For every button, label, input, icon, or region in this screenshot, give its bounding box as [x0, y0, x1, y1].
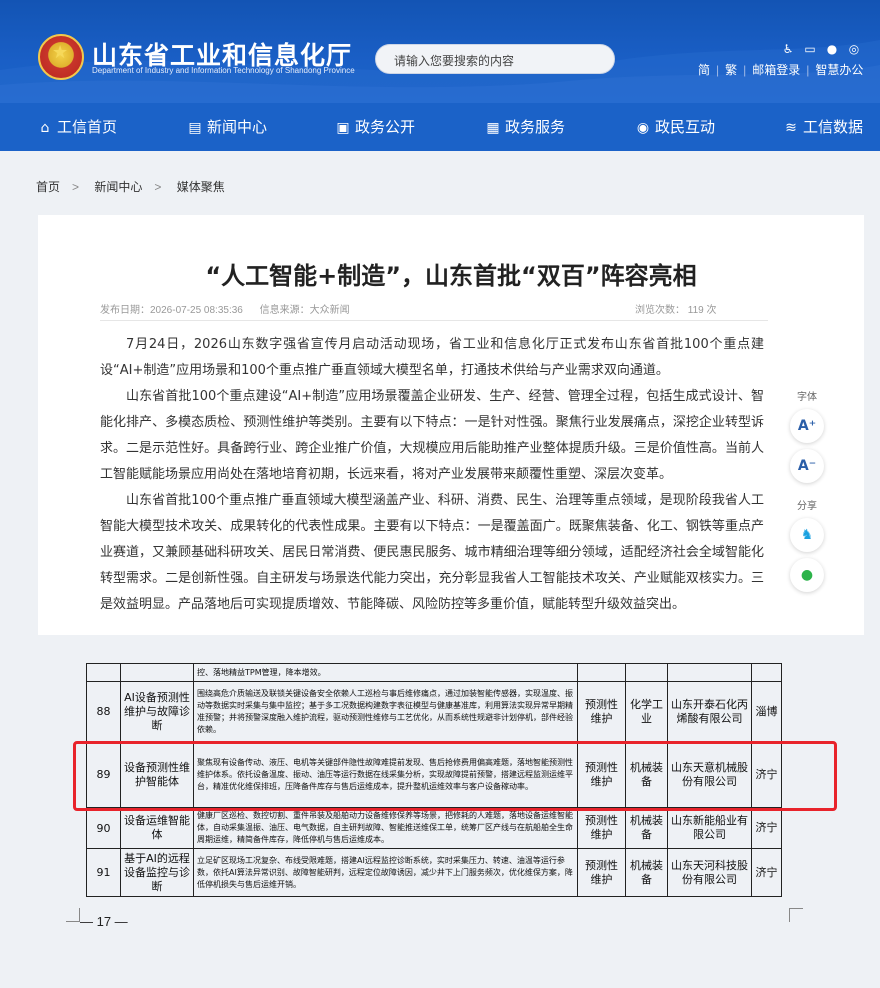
nav-item-gov-service[interactable]: ▦ 政务服务 [485, 103, 565, 151]
scenario-desc: 围绕高危介质输送及联锁关键设备安全依赖人工巡检与事后维修痛点，通过加装智能传感器… [193, 681, 578, 742]
crop-mark-left [66, 908, 80, 922]
table-row: 88 AI设备预测性维护与故障诊断 围绕高危介质输送及联锁关键设备安全依赖人工巡… [86, 681, 782, 742]
scenario-industry: 化学工业 [625, 681, 668, 742]
weibo-icon[interactable]: ◎ [846, 42, 862, 56]
qq-share-icon[interactable]: ♞ [790, 518, 824, 552]
breadcrumb-media[interactable]: 媒体聚焦 [177, 180, 225, 194]
row-number: 88 [86, 681, 121, 742]
scenario-name: 基于AI的远程设备监控与诊断 [120, 848, 194, 897]
article-paragraph: 7月24日，2026山东数字强省宣传月启动活动现场，省工业和信息化厅正式发布山东… [100, 337, 764, 378]
table-cell: 控、落地精益TPM管理，降本增效。 [193, 663, 578, 682]
font-decrease-button[interactable]: A⁻ [790, 449, 824, 483]
national-emblem-logo[interactable]: ★ [38, 34, 84, 80]
traditional-link[interactable]: 繁 [725, 63, 737, 77]
font-increase-button[interactable]: A⁺ [790, 409, 824, 443]
simplified-link[interactable]: 简 [698, 63, 710, 77]
breadcrumb-news[interactable]: 新闻中心 [94, 180, 142, 194]
main-nav: ⌂ 工信首页 ▤ 新闻中心 ▣ 政务公开 ▦ 政务服务 ◉ 政民互动 ≋ 工信数据 [0, 103, 880, 151]
nav-item-interaction[interactable]: ◉ 政民互动 [635, 103, 715, 151]
nav-item-home[interactable]: ⌂ 工信首页 [37, 103, 117, 151]
publish-date: 发布日期：2026-07-25 08:35:36 [100, 305, 243, 316]
scenario-city: 济宁 [751, 807, 782, 849]
table-row: 控、落地精益TPM管理，降本增效。 [86, 663, 782, 682]
table-row: 90 设备运维智能体 健康厂区巡检、数控切割、重件吊装及船舶动力设备维修保养等场… [86, 807, 782, 849]
wechat-share-icon[interactable]: ● [790, 558, 824, 592]
scenario-company: 山东天河科技股份有限公司 [667, 848, 752, 897]
scenario-industry: 机械装备 [625, 807, 668, 849]
page-number: — 17 — [80, 914, 128, 929]
article-meta: 发布日期：2026-07-25 08:35:36 信息来源：大众新闻 [100, 301, 364, 316]
chat-icon: ◉ [636, 120, 650, 136]
article-source: 信息来源：大众新闻 [259, 305, 350, 316]
scenario-company: 山东新能船业有限公司 [667, 807, 752, 849]
scenario-name: AI设备预测性维护与故障诊断 [120, 681, 194, 742]
scenario-company: 山东开泰石化丙烯酸有限公司 [667, 681, 752, 742]
news-icon: ▤ [188, 120, 202, 136]
breadcrumb-home[interactable]: 首页 [36, 180, 60, 194]
font-label: 字体 [797, 392, 817, 403]
top-links: 简 | 繁 | 邮箱登录 | 智慧办公 [698, 63, 864, 77]
top-icon-bar: ♿ ▭ ● ◎ [780, 38, 870, 56]
scenario-type: 预测性维护 [577, 848, 626, 897]
row-number: 91 [86, 848, 121, 897]
scenario-type: 预测性维护 [577, 807, 626, 849]
search-placeholder: 请输入您要搜索的内容 [394, 54, 515, 68]
accessibility-icon[interactable]: ♿ [780, 42, 796, 56]
row-number: 90 [86, 807, 121, 849]
nav-item-news[interactable]: ▤ 新闻中心 [187, 103, 267, 151]
nav-item-gov-open[interactable]: ▣ 政务公开 [335, 103, 415, 151]
share-label: 分享 [797, 501, 817, 512]
monitor-icon: ▣ [336, 120, 350, 136]
database-icon: ≋ [785, 120, 797, 136]
crop-mark-right [789, 908, 803, 922]
monitor-icon[interactable]: ▭ [802, 42, 818, 56]
site-header: ★ 山东省工业和信息化厅 Department of Industry and … [0, 0, 880, 103]
scenario-industry: 机械装备 [625, 848, 668, 897]
divider [100, 320, 768, 321]
home-icon: ⌂ [40, 120, 50, 136]
table-row: 91 基于AI的远程设备监控与诊断 立足矿区现场工况复杂、布线受限难题，搭建AI… [86, 848, 782, 897]
mail-login-link[interactable]: 邮箱登录 [752, 63, 800, 77]
smart-office-link[interactable]: 智慧办公 [815, 63, 863, 77]
scenario-city: 济宁 [751, 848, 782, 897]
scenario-type: 预测性维护 [577, 681, 626, 742]
scenario-desc: 立足矿区现场工况复杂、布线受限难题，搭建AI远程监控诊断系统，实时采集压力、转速… [193, 848, 578, 897]
scenario-name: 设备运维智能体 [120, 807, 194, 849]
side-toolbar: 字体 A⁺ A⁻ 分享 ♞ ● [785, 388, 829, 592]
site-subtitle: Department of Industry and Information T… [92, 66, 355, 75]
search-input[interactable]: 请输入您要搜索的内容 [375, 44, 615, 74]
article-paragraph: 山东省首批100个重点建设“AI+制造”应用场景覆盖企业研发、生产、经营、管理全… [100, 389, 764, 482]
wechat-icon[interactable]: ● [824, 42, 840, 56]
article-body: 7月24日，2026山东数字强省宣传月启动活动现场，省工业和信息化厅正式发布山东… [100, 332, 764, 618]
nav-item-data[interactable]: ≋ 工信数据 [783, 103, 863, 151]
service-icon: ▦ [486, 120, 500, 136]
article-paragraph: 山东省首批100个重点推广垂直领域大模型涵盖产业、科研、消费、民生、治理等重点领… [100, 493, 764, 612]
scenario-city: 淄博 [751, 681, 782, 742]
breadcrumb: 首页 > 新闻中心 > 媒体聚焦 [36, 180, 225, 194]
highlight-box [73, 741, 837, 811]
view-count: 浏览次数： 119 次 [635, 305, 717, 316]
article-title: “人工智能+制造”，山东首批“双百”阵容亮相 [205, 262, 697, 290]
scenario-desc: 健康厂区巡检、数控切割、重件吊装及船舶动力设备维修保养等场景，把修耗的人难题，落… [193, 807, 578, 849]
